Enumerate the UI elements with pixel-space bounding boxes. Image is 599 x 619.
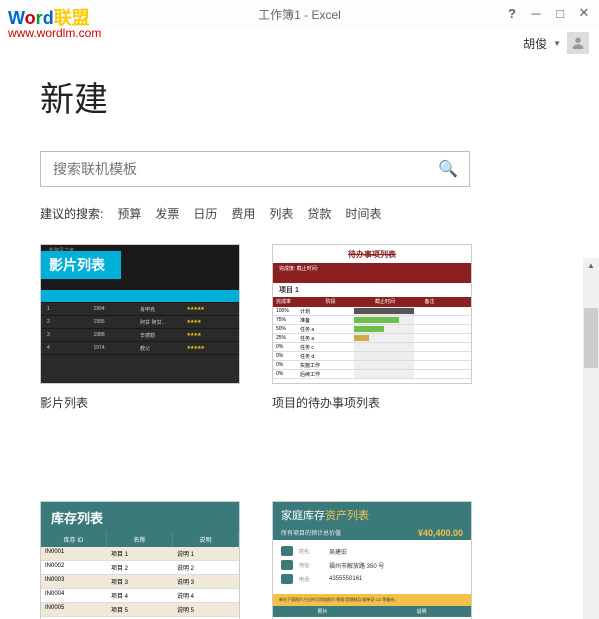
minimize-button[interactable]: ─ [525,4,547,22]
template-todo-list[interactable]: 待办事项列表 完成度: 截止时间: 项目 1 完成率阶段截止时间备注 100%计… [272,244,472,411]
watermark-url: www.wordlm.com [8,26,101,40]
user-dropdown-icon[interactable]: ▼ [553,39,561,48]
help-button[interactable]: ? [501,4,523,22]
suggest-item[interactable]: 贷款 [307,205,331,222]
scroll-up-icon[interactable]: ▲ [584,258,598,272]
suggest-item[interactable]: 预算 [117,205,141,222]
window-title: 工作簿1 - Excel [258,6,341,23]
search-input[interactable] [41,152,427,186]
page-title: 新建 [40,72,559,121]
template-movie-list[interactable]: 影院风之家 影片列表 11994肖申克★★★★★ 21995阿甘·阿甘...★★… [40,244,240,411]
search-button[interactable]: 🔍 [427,152,469,186]
titlebar: 工作簿1 - Excel ? ─ □ ✕ [0,0,599,28]
search-box: 🔍 [40,151,470,187]
template-thumbnail: 待办事项列表 完成度: 截止时间: 项目 1 完成率阶段截止时间备注 100%计… [272,244,472,384]
suggested-searches: 建议的搜索: 预算 发票 日历 费用 列表 贷款 时间表 [40,205,559,222]
template-inventory-list[interactable]: 库存列表 库存 ID名称说明 IN0001项目 1说明 1IN0002项目 2说… [40,501,240,619]
suggest-item[interactable]: 列表 [269,205,293,222]
avatar[interactable] [567,32,589,54]
suggest-item[interactable]: 发票 [155,205,179,222]
suggest-item[interactable]: 费用 [231,205,255,222]
suggest-item[interactable]: 日历 [193,205,217,222]
template-thumbnail: 影院风之家 影片列表 11994肖申克★★★★★ 21995阿甘·阿甘...★★… [40,244,240,384]
template-thumbnail: 家庭库存资产列表 所有项目的预计总价值¥40,400.00 姓名:吴建宏地址:福… [272,501,472,619]
restore-button[interactable]: □ [549,4,571,22]
template-home-inventory[interactable]: 家庭库存资产列表 所有项目的预计总价值¥40,400.00 姓名:吴建宏地址:福… [272,501,472,619]
template-thumbnail: 库存列表 库存 ID名称说明 IN0001项目 1说明 1IN0002项目 2说… [40,501,240,619]
search-icon: 🔍 [438,159,458,179]
scrollbar-thumb[interactable] [584,308,598,368]
close-button[interactable]: ✕ [573,4,595,22]
user-name[interactable]: 胡俊 [523,35,547,52]
person-icon [570,35,586,51]
template-label: 项目的待办事项列表 [272,394,472,411]
suggest-label: 建议的搜索: [40,205,103,222]
suggest-item[interactable]: 时间表 [345,205,381,222]
template-label: 影片列表 [40,394,240,411]
scrollbar[interactable]: ▲ ▼ [583,258,599,619]
